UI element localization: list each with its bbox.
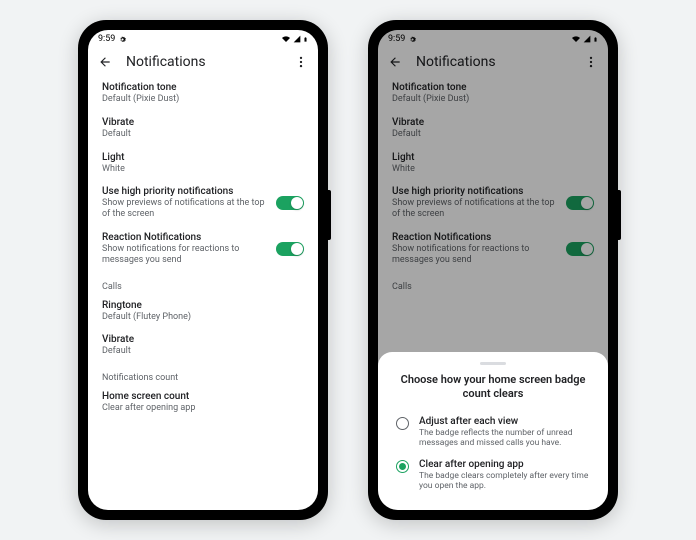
setting-subtitle: Show previews of notifications at the to…: [102, 198, 268, 220]
settings-list: Notification tone Default (Pixie Dust) V…: [88, 76, 318, 510]
wifi-icon: [281, 35, 291, 43]
option-title: Clear after opening app: [419, 459, 590, 470]
radio-checked[interactable]: [396, 460, 409, 473]
setting-subtitle: Default: [102, 346, 304, 357]
setting-vibrate-calls[interactable]: Vibrate Default: [102, 328, 304, 363]
option-subtitle: The badge clears completely after every …: [419, 471, 590, 491]
signal-icon: [293, 35, 301, 43]
setting-title: Home screen count: [102, 391, 304, 402]
setting-title: Light: [102, 152, 304, 163]
status-time: 9:59: [98, 34, 115, 44]
status-bar: 9:59: [88, 30, 318, 48]
radio-unchecked[interactable]: [396, 417, 409, 430]
setting-light[interactable]: Light White: [102, 146, 304, 181]
setting-subtitle: Show notifications for reactions to mess…: [102, 244, 268, 266]
setting-title: Vibrate: [102, 117, 304, 128]
page-title: Notifications: [126, 54, 280, 70]
setting-reaction-notifications[interactable]: Reaction Notifications Show notification…: [102, 226, 304, 272]
setting-subtitle: Default (Flutey Phone): [102, 312, 304, 323]
setting-title: Use high priority notifications: [102, 186, 268, 197]
setting-home-screen-count[interactable]: Home screen count Clear after opening ap…: [102, 385, 304, 420]
setting-vibrate[interactable]: Vibrate Default: [102, 111, 304, 146]
setting-notification-tone[interactable]: Notification tone Default (Pixie Dust): [102, 76, 304, 111]
section-notifications-count: Notifications count: [102, 363, 304, 385]
setting-title: Reaction Notifications: [102, 232, 268, 243]
sheet-handle[interactable]: [480, 362, 506, 365]
app-header: Notifications: [88, 48, 318, 76]
section-calls: Calls: [102, 272, 304, 294]
more-icon[interactable]: [294, 55, 308, 69]
setting-high-priority[interactable]: Use high priority notifications Show pre…: [102, 180, 304, 226]
screen-left: 9:59 Notifications Notification tone Def…: [88, 30, 318, 510]
setting-subtitle: Default: [102, 129, 304, 140]
option-adjust-after-view[interactable]: Adjust after each view The badge reflect…: [392, 411, 594, 453]
battery-icon: [303, 35, 308, 44]
setting-subtitle: White: [102, 164, 304, 175]
sheet-title: Choose how your home screen badge count …: [392, 373, 594, 402]
setting-ringtone[interactable]: Ringtone Default (Flutey Phone): [102, 294, 304, 329]
setting-title: Notification tone: [102, 82, 304, 93]
bottom-sheet: Choose how your home screen badge count …: [378, 352, 608, 510]
toggle-reaction[interactable]: [276, 242, 304, 256]
back-icon[interactable]: [98, 55, 112, 69]
option-title: Adjust after each view: [419, 416, 590, 427]
phone-left: 9:59 Notifications Notification tone Def…: [78, 20, 328, 520]
screen-right: 9:59 Notifications Notification tone Def…: [378, 30, 608, 510]
option-clear-after-opening[interactable]: Clear after opening app The badge clears…: [392, 454, 594, 496]
setting-subtitle: Clear after opening app: [102, 403, 304, 414]
setting-subtitle: Default (Pixie Dust): [102, 94, 304, 105]
gear-icon: [118, 35, 127, 44]
setting-title: Vibrate: [102, 334, 304, 345]
setting-title: Ringtone: [102, 300, 304, 311]
phone-right: 9:59 Notifications Notification tone Def…: [368, 20, 618, 520]
toggle-high-priority[interactable]: [276, 196, 304, 210]
option-subtitle: The badge reflects the number of unread …: [419, 428, 590, 448]
